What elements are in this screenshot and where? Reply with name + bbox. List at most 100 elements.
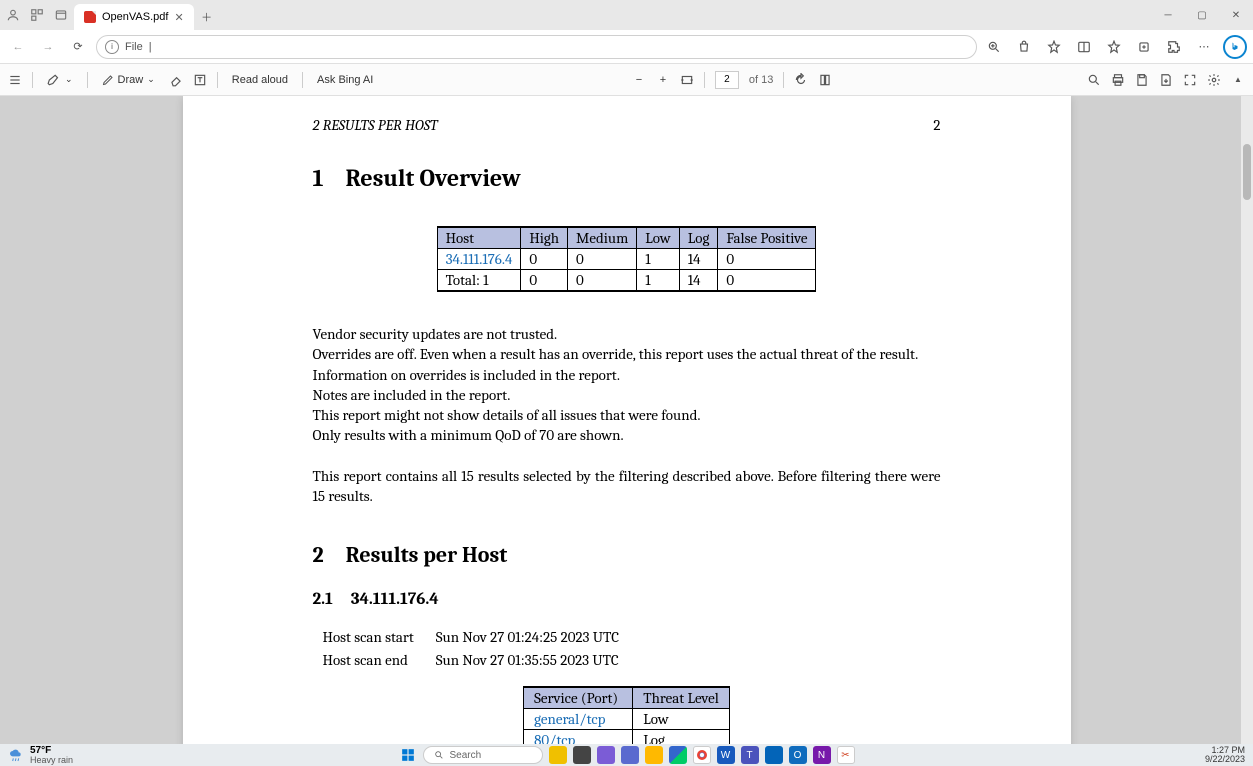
weather-widget[interactable]: 57°F Heavy rain <box>0 746 81 765</box>
section-1-heading: 1Result Overview <box>313 164 941 192</box>
host-link[interactable]: 34.111.176.4 <box>437 249 521 270</box>
collapse-toolbar-icon[interactable]: ▲ <box>1231 73 1245 87</box>
th-fp: False Positive <box>718 227 816 249</box>
extensions-icon[interactable] <box>1163 36 1185 58</box>
windows-taskbar: 57°F Heavy rain Search W T O N ✂ 1:27 PM… <box>0 744 1253 766</box>
overview-table: Host High Medium Low Log False Positive … <box>437 226 817 292</box>
tab-openvas-pdf[interactable]: OpenVAS.pdf ✕ <box>74 4 194 30</box>
bing-chat-icon[interactable] <box>1223 35 1247 59</box>
rotate-icon[interactable] <box>794 73 808 87</box>
snip-icon[interactable]: ✂ <box>837 746 855 764</box>
address-bar: ← → ⟳ i File | ⋯ <box>0 30 1253 64</box>
collections-icon[interactable] <box>1133 36 1155 58</box>
file-explorer-icon[interactable] <box>645 746 663 764</box>
zoom-icon[interactable] <box>983 36 1005 58</box>
info-icon[interactable]: i <box>105 40 119 54</box>
th-host: Host <box>437 227 521 249</box>
pdf-toolbar: ⌄ Draw⌄ Read aloud Ask Bing AI − + of 13… <box>0 64 1253 96</box>
table-row: Total: 1 0 0 1 14 0 <box>437 270 816 292</box>
service-link[interactable]: general/tcp <box>524 708 633 729</box>
body-text-block: Vendor security updates are not trusted.… <box>313 324 941 506</box>
app-icon[interactable] <box>765 746 783 764</box>
th-service: Service (Port) <box>524 687 633 709</box>
close-tab-icon[interactable]: ✕ <box>174 11 183 24</box>
running-header: 2 RESULTS PER HOST <box>313 116 438 134</box>
system-tray[interactable]: 1:27 PM 9/22/2023 <box>1197 746 1253 764</box>
read-aloud-button[interactable]: Read aloud <box>228 72 292 88</box>
th-threat: Threat Level <box>633 687 730 709</box>
zoom-in-icon[interactable]: + <box>656 73 670 87</box>
close-window-button[interactable]: ✕ <box>1219 0 1253 30</box>
reload-button[interactable]: ⟳ <box>66 35 90 59</box>
url-path: | <box>149 41 152 53</box>
th-medium: Medium <box>568 227 637 249</box>
workspaces-icon[interactable] <box>30 8 44 22</box>
scrollbar-track[interactable] <box>1241 96 1253 744</box>
pdf-viewport[interactable]: 2 RESULTS PER HOST 2 1Result Overview Ho… <box>0 96 1253 744</box>
th-low: Low <box>637 227 679 249</box>
weather-cond: Heavy rain <box>30 756 73 765</box>
text-icon[interactable] <box>193 73 207 87</box>
weather-icon <box>8 747 24 763</box>
url-scheme: File <box>125 41 143 53</box>
profile-icon[interactable] <box>6 8 20 22</box>
table-row: 80/tcpLog <box>524 729 730 744</box>
favorites-hub-icon[interactable] <box>1103 36 1125 58</box>
split-screen-icon[interactable] <box>1073 36 1095 58</box>
app-icon[interactable] <box>549 746 567 764</box>
page-of-label: of 13 <box>749 74 773 86</box>
app-icon[interactable] <box>573 746 591 764</box>
settings-icon[interactable] <box>1207 73 1221 87</box>
outlook-icon[interactable]: O <box>789 746 807 764</box>
teams-icon[interactable]: T <box>741 746 759 764</box>
chrome-icon[interactable] <box>693 746 711 764</box>
draw-button[interactable]: Draw⌄ <box>98 72 159 88</box>
th-log: Log <box>679 227 718 249</box>
highlight-button[interactable]: ⌄ <box>43 71 77 89</box>
edge-icon[interactable] <box>669 746 687 764</box>
favorite-icon[interactable] <box>1043 36 1065 58</box>
maximize-button[interactable]: ▢ <box>1185 0 1219 30</box>
page-view-icon[interactable] <box>818 73 832 87</box>
forward-button: → <box>36 35 60 59</box>
app-icon[interactable] <box>597 746 615 764</box>
service-link[interactable]: 80/tcp <box>524 729 633 744</box>
page-input[interactable] <box>715 71 739 89</box>
minimize-button[interactable]: ─ <box>1151 0 1185 30</box>
scrollbar-thumb[interactable] <box>1243 144 1251 200</box>
save-as-icon[interactable] <box>1159 73 1173 87</box>
new-tab-button[interactable]: ＋ <box>194 4 220 30</box>
shopping-icon[interactable] <box>1013 36 1035 58</box>
pdf-icon <box>84 11 96 23</box>
print-icon[interactable] <box>1111 73 1125 87</box>
tray-date: 9/22/2023 <box>1205 755 1245 764</box>
zoom-out-icon[interactable]: − <box>632 73 646 87</box>
url-input[interactable]: i File | <box>96 35 977 59</box>
services-table: Service (Port) Threat Level general/tcpL… <box>523 686 730 744</box>
more-icon[interactable]: ⋯ <box>1193 36 1215 58</box>
tab-title: OpenVAS.pdf <box>102 11 168 23</box>
tab-actions-icon[interactable] <box>54 8 68 22</box>
th-high: High <box>521 227 568 249</box>
table-row: general/tcpLow <box>524 708 730 729</box>
taskbar-search[interactable]: Search <box>423 746 543 764</box>
ask-bing-button[interactable]: Ask Bing AI <box>313 72 377 88</box>
fit-width-icon[interactable] <box>680 73 694 87</box>
contents-icon[interactable] <box>8 73 22 87</box>
pdf-page: 2 RESULTS PER HOST 2 1Result Overview Ho… <box>183 96 1071 744</box>
onenote-icon[interactable]: N <box>813 746 831 764</box>
search-pdf-icon[interactable] <box>1087 73 1101 87</box>
erase-icon[interactable] <box>169 73 183 87</box>
taskbar-center: Search W T O N ✂ <box>399 746 855 764</box>
section-2-heading: 2Results per Host <box>313 542 941 568</box>
weather-temp: 57°F <box>30 746 73 756</box>
running-page: 2 <box>933 116 940 134</box>
word-icon[interactable]: W <box>717 746 735 764</box>
section-2-1-heading: 2.134.111.176.4 <box>313 590 941 609</box>
back-button[interactable]: ← <box>6 35 30 59</box>
app-icon[interactable] <box>621 746 639 764</box>
table-row: 34.111.176.4 0 0 1 14 0 <box>437 249 816 270</box>
start-icon[interactable] <box>399 746 417 764</box>
save-icon[interactable] <box>1135 73 1149 87</box>
fullscreen-icon[interactable] <box>1183 73 1197 87</box>
